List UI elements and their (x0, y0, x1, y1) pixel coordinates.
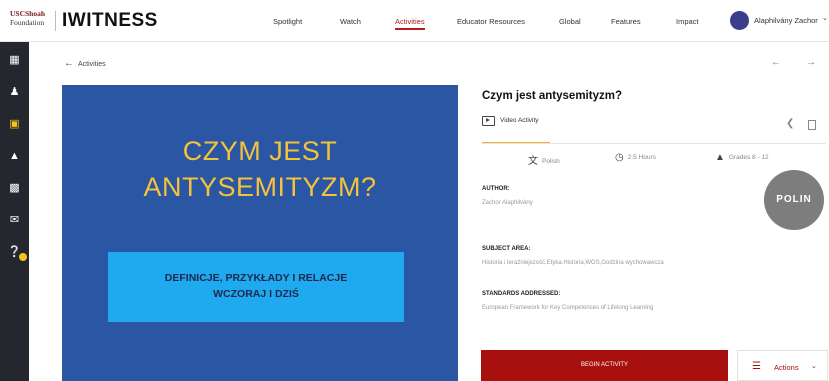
cover-subtitle: DEFINICJE, PRZYKŁADY I RELACJE WCZORAJ I… (108, 270, 404, 302)
actions-label: Actions (774, 363, 799, 372)
cover-subtitle-line1: DEFINICJE, PRZYKŁADY I RELACJE (164, 272, 348, 284)
author-value[interactable]: Zachor Alaphilvány (482, 200, 533, 206)
language-value: Polish (542, 158, 560, 165)
nav-activities[interactable]: Activities (395, 17, 425, 30)
standards-label: STANDARDS ADDRESSED: (482, 291, 561, 297)
author-label: AUTHOR: (482, 186, 510, 192)
tab-divider (482, 143, 826, 144)
nav-watch[interactable]: Watch (340, 17, 361, 26)
user-name[interactable]: Alaphilvány Zachor (754, 16, 818, 25)
graduation-cap-icon: ▲ (715, 152, 725, 163)
video-icon (482, 116, 495, 126)
list-icon: ☰ (752, 361, 761, 372)
subject-area-value: Historia i teraźniejszość,Etyka,Historia… (482, 260, 664, 266)
grades-meta: ▲ Grades 8 - 12 (715, 152, 769, 163)
grades-value: Grades 8 - 12 (728, 154, 769, 161)
back-link-label: Activities (78, 61, 106, 68)
duration-meta: ◷ 2.5 Hours (615, 152, 656, 163)
nav-impact[interactable]: Impact (676, 17, 699, 26)
briefcase-icon[interactable]: ▣ (7, 117, 22, 132)
polin-partner-logo: POLIN (764, 170, 824, 230)
left-sidebar: ▦ ♟ ▣ ▲ ▩ ✉ ❔ (0, 42, 29, 381)
standards-value: European Framework for Key Competences o… (482, 305, 654, 311)
nav-spotlight[interactable]: Spotlight (273, 17, 302, 26)
logo-divider (55, 11, 56, 31)
user-avatar[interactable] (730, 11, 749, 30)
logo-usc-line2: Foundation (10, 18, 45, 27)
cover-subtitle-line2: WCZORAJ I DZIŚ (213, 288, 299, 300)
dashboard-icon[interactable]: ▦ (7, 53, 22, 68)
top-navigation-bar: USCShoah Foundation IWITNESS Spotlight W… (0, 0, 829, 42)
bookmark-icon[interactable] (808, 120, 816, 130)
cover-title: CZYM JEST ANTYSEMITYZM? (62, 133, 458, 205)
iwitness-logo[interactable]: IWITNESS (62, 10, 158, 32)
next-arrow-icon[interactable]: → (806, 57, 816, 68)
tab-video-activity[interactable]: Video Activity (482, 116, 550, 144)
begin-activity-button[interactable]: BEGIN ACTIVITY (481, 350, 728, 381)
activity-type-label: Video Activity (500, 117, 539, 124)
previous-arrow-icon[interactable]: ← (771, 57, 781, 68)
share-icon[interactable]: ❮ (786, 118, 794, 129)
users-icon[interactable]: ♟ (7, 85, 22, 100)
arrow-left-icon: ← (64, 58, 74, 69)
logo-usc-line1: USCShoah (10, 9, 46, 18)
nav-global[interactable]: Global (559, 17, 581, 26)
subject-area-label: SUBJECT AREA: (482, 246, 531, 252)
archive-icon[interactable]: ▩ (7, 181, 22, 196)
actions-dropdown-button[interactable]: ☰ Actions ⌄ (737, 350, 828, 381)
usc-shoah-foundation-logo[interactable]: USCShoah Foundation (10, 9, 52, 33)
language-meta: 文 Polish (528, 152, 560, 167)
school-icon[interactable]: ▲ (7, 149, 22, 164)
messages-icon[interactable]: ✉ (7, 213, 22, 228)
duration-value: 2.5 Hours (627, 154, 656, 161)
back-to-activities-link[interactable]: ← Activities (64, 58, 106, 69)
activity-cover-image[interactable]: CZYM JEST ANTYSEMITYZM? DEFINICJE, PRZYK… (62, 85, 458, 381)
nav-features[interactable]: Features (611, 17, 641, 26)
chevron-down-icon[interactable]: ⌄ (822, 14, 828, 22)
clock-icon: ◷ (615, 152, 624, 163)
cover-title-line1: CZYM JEST (182, 136, 338, 166)
activity-title: Czym jest antysemityzm? (482, 90, 622, 102)
nav-educator-resources[interactable]: Educator Resources (457, 17, 525, 26)
help-icon[interactable]: ❔ (7, 245, 22, 260)
translate-icon: 文 (528, 156, 538, 167)
cover-subtitle-box: DEFINICJE, PRZYKŁADY I RELACJE WCZORAJ I… (108, 252, 404, 322)
chevron-down-icon: ⌄ (811, 363, 817, 370)
cover-title-line2: ANTYSEMITYZM? (143, 172, 377, 202)
